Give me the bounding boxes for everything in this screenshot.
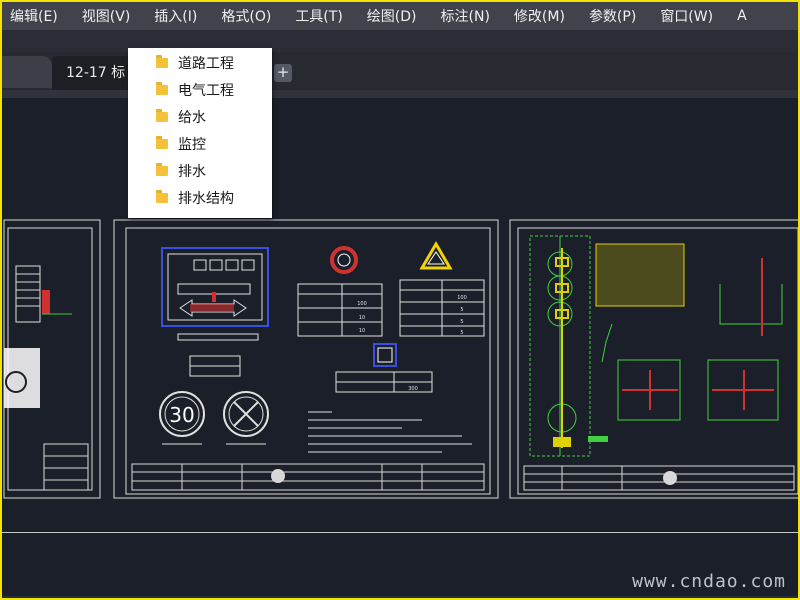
sheet-middle-title-block [131,463,485,491]
square-sign-inner [377,347,393,363]
dropdown-item-label: 监控 [178,137,206,153]
round-sign-inner [337,253,351,267]
speed-limit-number: 30 [169,403,194,427]
company-logo-right [663,471,677,485]
spec-value-3: 10 [359,328,365,334]
menu-draw[interactable]: 绘图(D) [355,6,429,26]
spec-value-6: 5 [460,319,463,325]
dropdown-item-monitoring[interactable]: 监控 [128,131,272,157]
tab-bar: 12-17 标 + [2,52,798,90]
dropdown-item-label: 排水结构 [178,191,234,207]
dropdown-item-drainage[interactable]: 排水 [128,158,272,184]
drawing-canvas[interactable]: 30 100 10 10 100 5 5 5 300 [2,98,798,596]
menu-edit[interactable]: 编辑(E) [2,6,70,26]
dimension-label [177,333,259,341]
menu-modify[interactable]: 修改(M) [502,6,577,26]
spec-value-8: 300 [408,386,418,392]
left-sign-block [4,348,40,408]
green-base [588,436,608,442]
menu-parameters[interactable]: 参数(P) [577,6,648,26]
square-sign-border [373,343,397,367]
dropdown-item-label: 排水 [178,164,206,180]
menu-bar: 编辑(E) 视图(V) 插入(I) 格式(O) 工具(T) 绘图(D) 标注(N… [2,2,798,30]
menu-insert[interactable]: 插入(I) [142,6,209,26]
sign-red-mark [212,292,216,302]
folder-icon [156,82,168,95]
yellow-pipes [553,248,571,448]
drawing-svg: 30 100 10 10 100 5 5 5 300 [3,219,798,499]
menu-window[interactable]: 窗口(W) [648,6,725,26]
sign-box [241,259,255,271]
spec-value-7: 5 [460,330,463,336]
spec-value-1: 100 [357,301,367,307]
sign-red-bar [190,304,234,312]
dropdown-item-label: 给水 [178,110,206,126]
left-red-mark [42,290,50,314]
company-logo [271,469,285,483]
canvas-guide-line [2,532,798,533]
sign-box [193,259,207,271]
tab-previous[interactable] [2,56,52,88]
folder-icon [156,55,168,68]
menu-view[interactable]: 视图(V) [70,6,143,26]
folder-icon [156,109,168,122]
left-title-block [43,443,89,491]
spec-value-5: 5 [460,307,463,313]
spec-value-2: 10 [359,315,365,321]
section-shape [719,284,783,325]
spec-table-right [399,279,485,337]
sheet-middle [113,219,499,499]
folder-icon [156,190,168,203]
menu-more[interactable]: A [725,8,759,24]
toolbar-strip [2,90,798,98]
folder-icon [156,163,168,176]
sheet-left [3,219,101,499]
round-sign-red [330,246,358,274]
dropdown-item-label: 道路工程 [178,56,234,72]
folder-icon [156,136,168,149]
add-tab-button[interactable]: + [274,64,292,82]
watermark-text: www.cndao.com [632,571,786,592]
spec-table-left [297,283,383,337]
dropdown-item-road-engineering[interactable]: 道路工程 [128,50,272,76]
sheet-middle-border [113,219,499,499]
dropdown-item-drainage-structure[interactable]: 排水结构 [128,185,272,211]
dropdown-item-water-supply[interactable]: 给水 [128,104,272,130]
sheet-right-title-block [523,465,795,491]
spec-value-4: 100 [457,295,467,301]
sign-box [209,259,223,271]
detail-line [601,323,613,363]
dropdown-item-label: 电气工程 [178,83,234,99]
spec-table-left-border [297,283,383,337]
dropdown-item-electrical-engineering[interactable]: 电气工程 [128,77,272,103]
menu-tools[interactable]: 工具(T) [283,6,354,26]
insert-dropdown-menu: 道路工程 电气工程 给水 监控 排水 排水结构 [128,48,272,218]
menu-format[interactable]: 格式(O) [209,6,283,26]
menu-dimension[interactable]: 标注(N) [429,6,502,26]
notes-text-lines [308,411,472,453]
sign-box [225,259,239,271]
plan-rect-fill [595,243,685,307]
